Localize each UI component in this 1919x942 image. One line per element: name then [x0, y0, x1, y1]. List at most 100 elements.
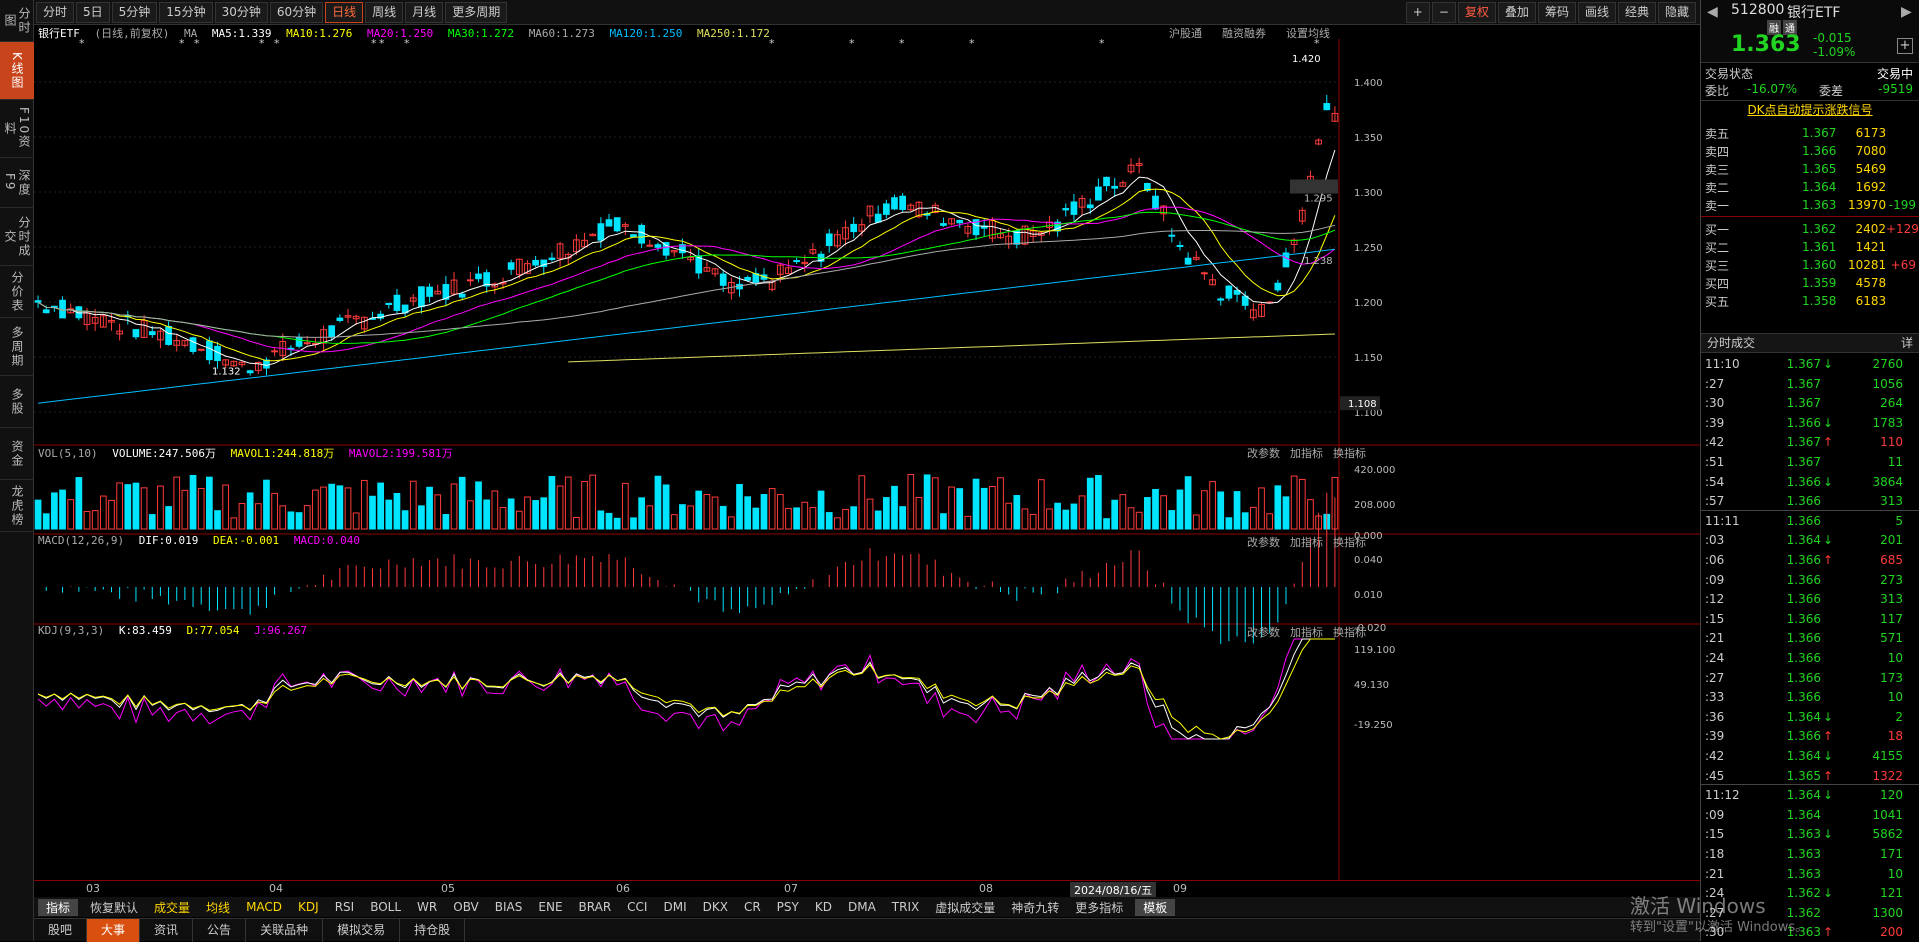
- rail-item-4[interactable]: 分时成交: [0, 208, 34, 266]
- period-tab-8[interactable]: 月线: [405, 1, 444, 23]
- indicator-item-6[interactable]: BOLL: [362, 900, 409, 914]
- macd-add-indicator[interactable]: 加指标: [1290, 534, 1323, 550]
- period-tab-0[interactable]: 分时: [36, 1, 75, 23]
- prev-stock-icon[interactable]: ◀: [1707, 4, 1718, 20]
- toolbar-right-7[interactable]: 隐藏: [1657, 2, 1696, 23]
- indicator-item-0[interactable]: 恢复默认: [82, 899, 146, 916]
- next-stock-icon[interactable]: ▶: [1901, 4, 1912, 20]
- indicator-item-21[interactable]: 神奇九转: [1003, 899, 1067, 916]
- indicator-item-13[interactable]: DMI: [655, 900, 694, 914]
- macd-label[interactable]: MACD(12,26,9): [38, 534, 124, 547]
- indicator-item-3[interactable]: MACD: [238, 900, 290, 914]
- macd-change-params[interactable]: 改参数: [1247, 534, 1280, 550]
- indicator-item-10[interactable]: ENE: [530, 900, 570, 914]
- bids-row[interactable]: 买五 1.358 6183: [1705, 292, 1916, 310]
- box-price-1-bg: [1290, 179, 1338, 194]
- toolbar-right-1[interactable]: −: [1431, 2, 1456, 23]
- rail-item-8[interactable]: 资金: [0, 428, 34, 480]
- toolbar-right-2[interactable]: 复权: [1457, 2, 1496, 23]
- rail-item-5[interactable]: 分价表: [0, 266, 34, 318]
- macd-swap-indicator[interactable]: 换指标: [1333, 534, 1366, 550]
- add-watchlist-icon[interactable]: +: [1897, 38, 1913, 54]
- bottom-tab-2[interactable]: 资讯: [140, 918, 194, 942]
- indicator-item-8[interactable]: OBV: [445, 900, 487, 914]
- rail-item-9[interactable]: 龙虎榜: [0, 480, 34, 532]
- status-label: 交易状态: [1705, 67, 1754, 81]
- indicator-item-17[interactable]: KD: [807, 900, 840, 914]
- bottom-tab-3[interactable]: 公告: [193, 918, 247, 942]
- bottom-tab-5[interactable]: 模拟交易: [323, 918, 401, 942]
- kdj-label[interactable]: KDJ(9,3,3): [38, 624, 104, 637]
- bids-row[interactable]: 买四 1.359 4578: [1705, 274, 1916, 292]
- kdj-add-indicator[interactable]: 加指标: [1290, 624, 1323, 640]
- candle-body: [1111, 185, 1119, 189]
- period-tab-4[interactable]: 30分钟: [214, 1, 268, 23]
- toolbar-right-3[interactable]: 叠加: [1497, 2, 1536, 23]
- bottom-tab-6[interactable]: 持仓股: [400, 918, 466, 942]
- toolbar-right-4[interactable]: 筹码: [1537, 2, 1576, 23]
- period-tab-1[interactable]: 5日: [76, 1, 110, 23]
- indicator-item-15[interactable]: CR: [736, 900, 769, 914]
- kdj-change-params[interactable]: 改参数: [1247, 624, 1280, 640]
- asks-row[interactable]: 卖二 1.364 1692: [1705, 178, 1916, 196]
- indicator-item-22[interactable]: 更多指标: [1067, 899, 1131, 916]
- bids-row[interactable]: 买一 1.362 2402 +129: [1705, 220, 1919, 238]
- rail-item-2[interactable]: F10资料: [0, 100, 34, 158]
- bids-row[interactable]: 买三 1.360 10281 +69: [1705, 256, 1916, 274]
- indicator-item-19[interactable]: TRIX: [884, 900, 927, 914]
- kdj-swap-indicator[interactable]: 换指标: [1333, 624, 1366, 640]
- asks-row[interactable]: 卖三 1.365 5469: [1705, 160, 1916, 178]
- rail-item-3[interactable]: 深度F9: [0, 158, 34, 208]
- asks-label: 卖三: [1705, 162, 1730, 177]
- trade-time: :21: [1705, 866, 1725, 881]
- template-button[interactable]: 模板: [1135, 898, 1176, 916]
- indicator-item-4[interactable]: KDJ: [290, 900, 327, 914]
- period-tab-3[interactable]: 15分钟: [159, 1, 213, 23]
- trade-row: :39 1.366 ↑ 18: [1705, 727, 1916, 745]
- dk-signal-link[interactable]: DK点自动提示涨跌信号: [1701, 100, 1919, 120]
- vol-change-params[interactable]: 改参数: [1247, 445, 1280, 461]
- bottom-tab-1[interactable]: 大事: [87, 918, 141, 942]
- vol-swap-indicator[interactable]: 换指标: [1333, 445, 1366, 461]
- trade-row: :51 1.367 11: [1705, 453, 1916, 471]
- asks-row[interactable]: 卖五 1.367 6173: [1705, 124, 1916, 142]
- indicator-item-1[interactable]: 成交量: [146, 899, 198, 916]
- period-tab-2[interactable]: 5分钟: [111, 1, 158, 23]
- macd-tick: 0.040: [1354, 555, 1383, 566]
- period-tab-5[interactable]: 60分钟: [269, 1, 324, 23]
- toolbar-right-6[interactable]: 经典: [1617, 2, 1656, 23]
- candle-body: [458, 293, 466, 298]
- bids-row[interactable]: 买二 1.361 1421: [1705, 238, 1916, 256]
- period-tab-6[interactable]: 日线: [325, 1, 364, 23]
- rail-item-0[interactable]: 分时图: [0, 0, 34, 42]
- toolbar-right-5[interactable]: 画线: [1577, 2, 1616, 23]
- indicator-item-14[interactable]: DKX: [695, 900, 736, 914]
- indicator-item-7[interactable]: WR: [409, 900, 445, 914]
- rail-item-1[interactable]: K线图: [0, 42, 34, 100]
- vol-label[interactable]: VOL(5,10): [38, 447, 98, 460]
- indicator-item-5[interactable]: RSI: [327, 900, 363, 914]
- rail-item-6[interactable]: 多周期: [0, 318, 34, 376]
- rail-item-7[interactable]: 多股: [0, 376, 34, 428]
- period-tab-9[interactable]: 更多周期: [445, 1, 508, 23]
- bottom-tab-0[interactable]: 股吧: [34, 918, 88, 942]
- indicator-item-9[interactable]: BIAS: [487, 900, 531, 914]
- indicator-item-2[interactable]: 均线: [198, 899, 238, 916]
- asks-row[interactable]: 卖一 1.363 13970 -199: [1705, 196, 1916, 214]
- toolbar-right-0[interactable]: +: [1405, 2, 1430, 23]
- trades-detail-button[interactable]: 详: [1901, 334, 1913, 353]
- indicator-item-16[interactable]: PSY: [769, 900, 807, 914]
- kline-svg[interactable]: 1.4001.3501.3001.2501.2001.1501.1001.420…: [34, 39, 1700, 894]
- volume-bar: [1201, 490, 1208, 530]
- candle-body: [956, 219, 964, 224]
- indicator-item-18[interactable]: DMA: [840, 900, 884, 914]
- period-tab-7[interactable]: 周线: [365, 1, 404, 23]
- indicator-item-12[interactable]: CCI: [619, 900, 655, 914]
- indicator-item-20[interactable]: 虚拟成交量: [927, 899, 1003, 916]
- bottom-tab-4[interactable]: 关联品种: [246, 918, 324, 942]
- vol-add-indicator[interactable]: 加指标: [1290, 445, 1323, 461]
- chart-area[interactable]: 银行ETF (日线,前复权) MA MA5:1.339 MA10:1.276 M…: [34, 25, 1700, 896]
- volume-bar: [336, 485, 344, 530]
- indicator-item-11[interactable]: BRAR: [571, 900, 620, 914]
- asks-row[interactable]: 卖四 1.366 7080: [1705, 142, 1916, 160]
